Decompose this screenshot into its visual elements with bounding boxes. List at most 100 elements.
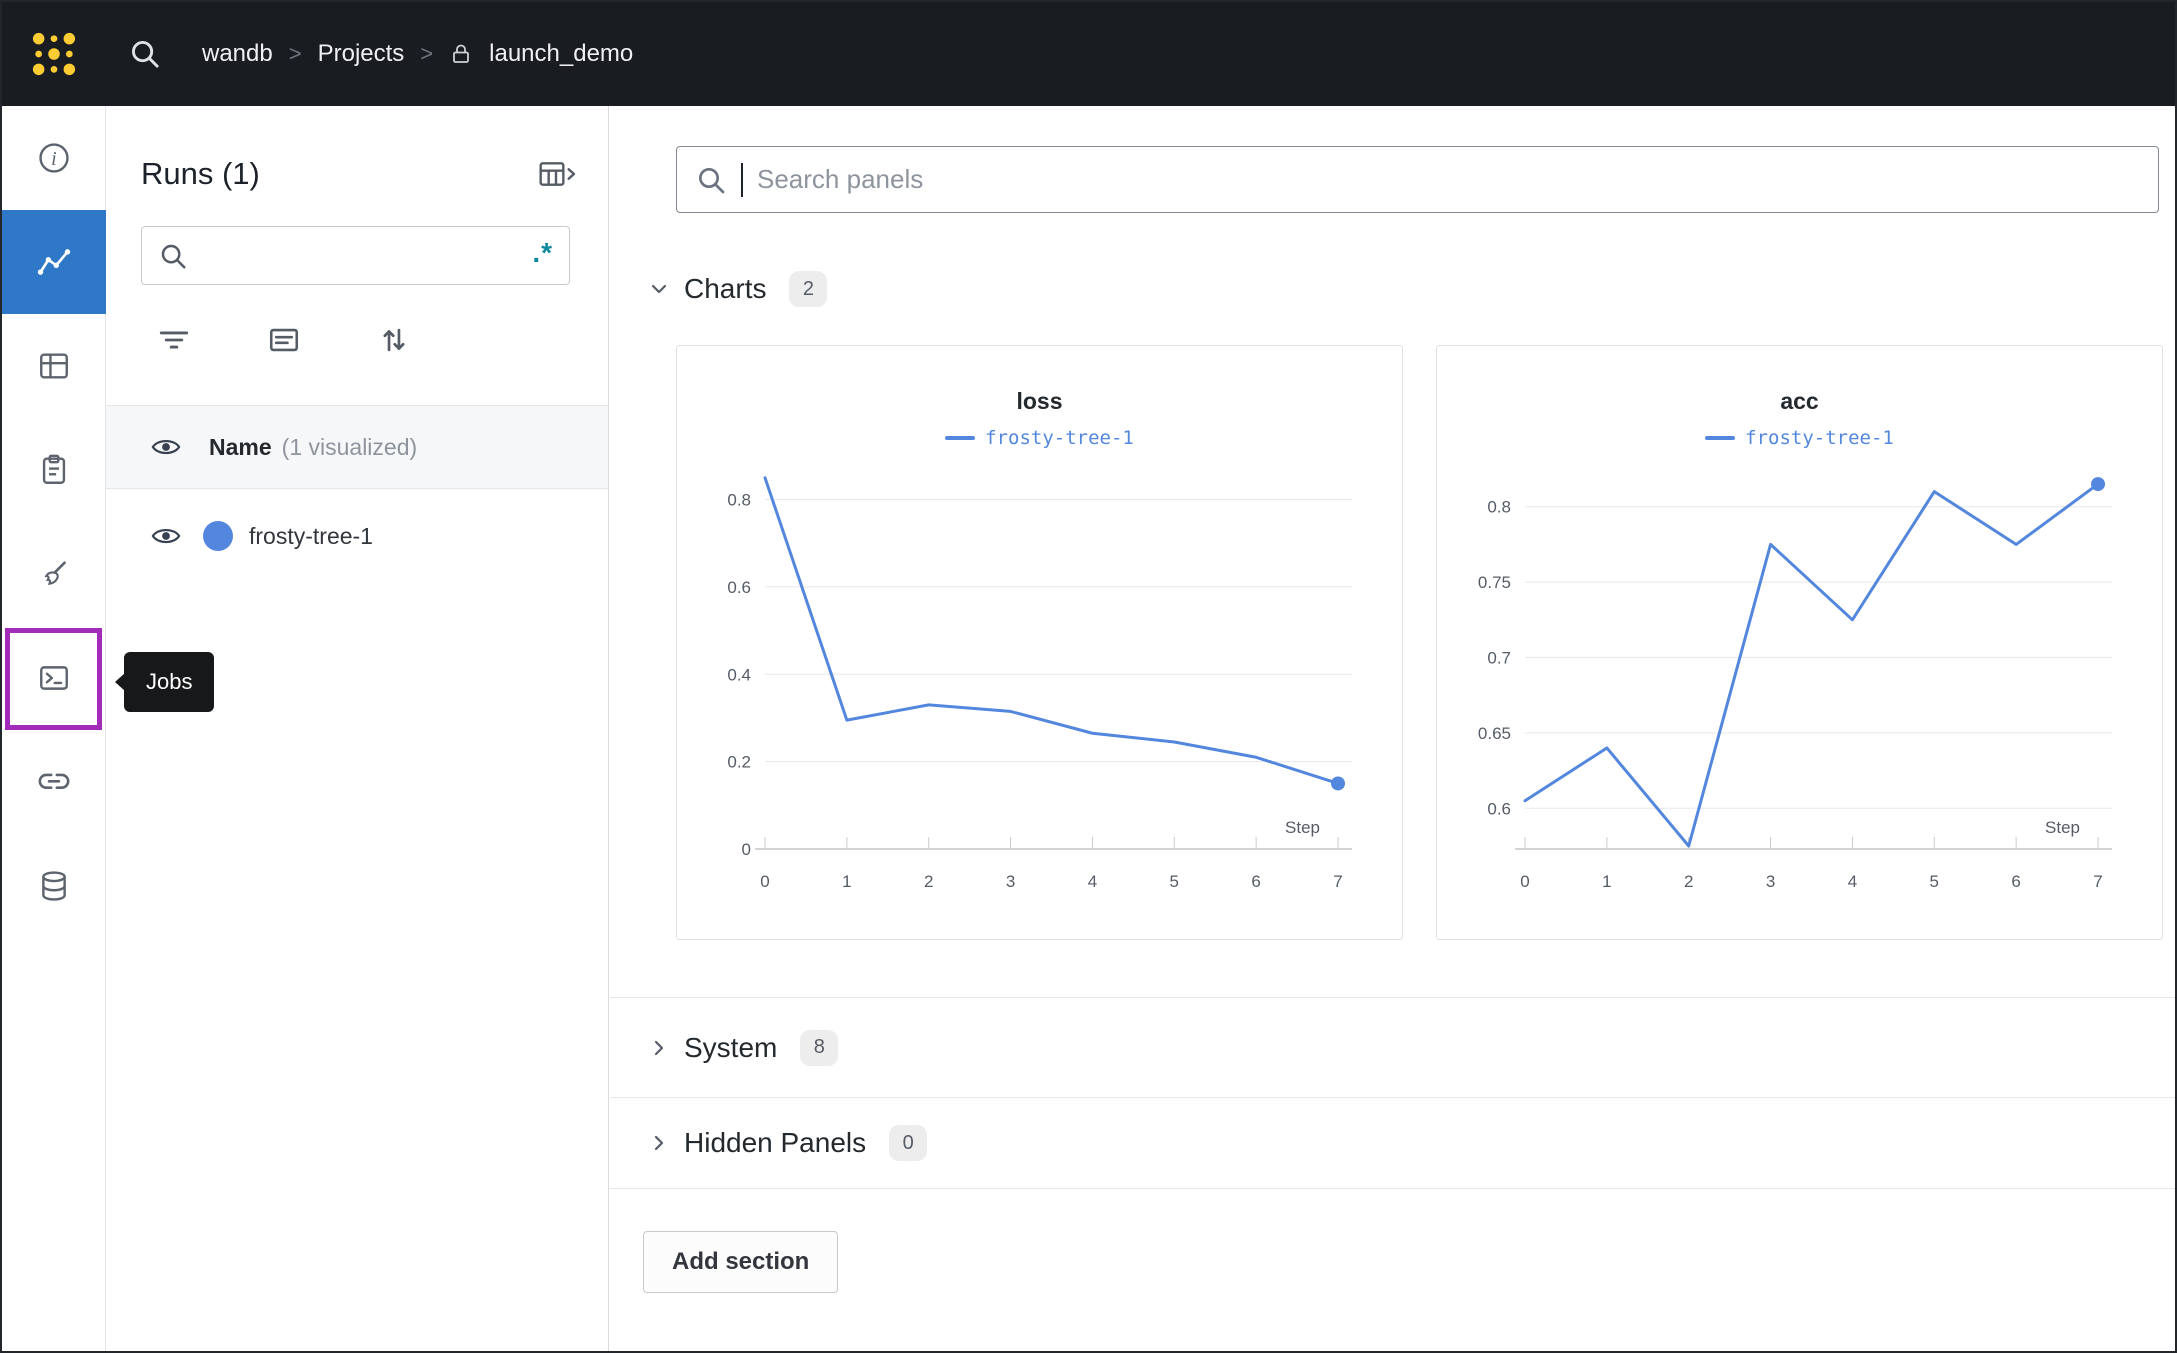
section-count-badge: 2 — [789, 271, 827, 307]
chart-legend: frosty-tree-1 — [677, 427, 1402, 449]
svg-text:1: 1 — [1602, 872, 1611, 891]
line-chart-icon — [36, 244, 72, 280]
svg-text:7: 7 — [1333, 872, 1342, 891]
filter-button[interactable] — [157, 323, 191, 357]
table-icon — [37, 349, 71, 383]
search-icon — [695, 164, 727, 196]
breadcrumb-entity[interactable]: wandb — [202, 40, 273, 68]
table-expand-icon — [538, 158, 578, 190]
svg-text:0.2: 0.2 — [727, 753, 751, 772]
chevron-right-icon — [647, 1131, 671, 1155]
jobs-tooltip-label: Jobs — [146, 669, 192, 695]
svg-text:0: 0 — [760, 872, 769, 891]
svg-text:3: 3 — [1006, 872, 1015, 891]
svg-text:0.8: 0.8 — [1487, 498, 1511, 517]
chevron-right-icon — [647, 1036, 671, 1060]
breadcrumb-separator: > — [420, 41, 433, 67]
svg-text:7: 7 — [2093, 872, 2102, 891]
app-window: wandb > Projects > launch_demo i — [0, 0, 2177, 1353]
runs-title: Runs (1) — [141, 156, 260, 192]
add-section-button[interactable]: Add section — [643, 1231, 838, 1293]
section-label: System — [684, 1032, 777, 1064]
regex-toggle[interactable]: .* — [532, 239, 553, 267]
top-navbar: wandb > Projects > launch_demo — [2, 2, 2175, 106]
charts-grid: loss frosty-tree-1 0 0.2 0.4 0.6 0.8 0 1 2 3 4 5 6 7… — [676, 345, 2159, 940]
svg-text:2: 2 — [1684, 872, 1693, 891]
wandb-logo[interactable] — [2, 2, 106, 106]
runs-toolbar — [157, 323, 608, 357]
svg-text:4: 4 — [1848, 872, 1857, 891]
section-count-badge: 8 — [800, 1030, 838, 1066]
svg-text:5: 5 — [1930, 872, 1939, 891]
sidebar-item-runs-table[interactable] — [2, 314, 106, 418]
lock-icon — [449, 42, 473, 66]
section-count-badge: 0 — [889, 1125, 927, 1161]
sort-button[interactable] — [377, 323, 411, 357]
sort-icon — [377, 323, 411, 357]
run-row[interactable]: frosty-tree-1 — [106, 489, 608, 583]
sidebar-item-artifacts[interactable] — [2, 834, 106, 938]
run-color-dot[interactable] — [203, 521, 233, 551]
svg-text:0.4: 0.4 — [727, 665, 751, 684]
search-icon — [158, 241, 188, 271]
breadcrumb-projects[interactable]: Projects — [318, 40, 405, 68]
sidebar-item-sweeps[interactable] — [2, 522, 106, 626]
runs-search-box[interactable]: .* — [141, 226, 570, 285]
acc-chart-plot[interactable]: 0.6 0.65 0.7 0.75 0.8 0 1 2 3 4 5 6 7 Step — [1437, 455, 2162, 929]
loss-chart-plot[interactable]: 00.20.40.60.801234567Step — [677, 455, 1402, 929]
svg-text:0: 0 — [1520, 872, 1529, 891]
svg-text:3: 3 — [1766, 872, 1775, 891]
sidebar-item-overview[interactable]: i — [2, 106, 106, 210]
section-divider — [610, 1188, 2175, 1189]
section-charts-header[interactable]: Charts 2 — [647, 269, 2175, 309]
wandb-logo-dots — [31, 31, 77, 77]
runs-search-input[interactable] — [198, 243, 522, 269]
group-button[interactable] — [267, 323, 301, 357]
svg-text:5: 5 — [1170, 872, 1179, 891]
chart-title: acc — [1437, 388, 2162, 415]
info-icon: i — [37, 141, 71, 175]
legend-line — [1705, 436, 1735, 440]
sidebar-item-jobs[interactable] — [2, 626, 106, 730]
svg-text:0.7: 0.7 — [1487, 648, 1511, 667]
chart-title: loss — [677, 388, 1402, 415]
global-search-icon[interactable] — [128, 37, 162, 71]
svg-text:Step: Step — [2045, 818, 2080, 837]
text-cursor — [741, 163, 743, 197]
svg-text:0.65: 0.65 — [1478, 724, 1511, 743]
visualized-count: (1 visualized) — [282, 434, 418, 461]
visibility-all-eye-icon[interactable] — [151, 432, 181, 462]
database-icon — [37, 869, 71, 903]
svg-text:0.6: 0.6 — [1487, 799, 1511, 818]
section-label: Charts — [684, 273, 766, 305]
link-icon — [37, 765, 71, 799]
section-hidden-panels-header[interactable]: Hidden Panels 0 — [610, 1098, 2175, 1188]
svg-text:0.8: 0.8 — [727, 491, 751, 510]
svg-text:0.75: 0.75 — [1478, 573, 1511, 592]
svg-text:4: 4 — [1088, 872, 1097, 891]
panel-search-input[interactable] — [757, 164, 2140, 195]
run-name[interactable]: frosty-tree-1 — [249, 523, 373, 550]
expand-runs-table-button[interactable] — [538, 158, 578, 190]
legend-line — [945, 436, 975, 440]
run-visibility-eye-icon[interactable] — [151, 521, 181, 551]
svg-text:0.6: 0.6 — [727, 578, 751, 597]
column-header-name: Name — [209, 434, 272, 461]
sidebar-item-automations[interactable] — [2, 730, 106, 834]
svg-text:0: 0 — [742, 840, 751, 859]
breadcrumb-project-name[interactable]: launch_demo — [489, 40, 633, 68]
svg-text:2: 2 — [924, 872, 933, 891]
sidebar-item-reports[interactable] — [2, 418, 106, 522]
breadcrumb-separator: > — [289, 41, 302, 67]
runs-panel-header: Runs (1) — [141, 150, 578, 198]
terminal-icon — [37, 661, 71, 695]
panel-card-acc[interactable]: acc frosty-tree-1 0.60.650.70.750.801234… — [1436, 345, 2163, 940]
section-system-header[interactable]: System 8 — [610, 998, 2175, 1097]
runs-column-header[interactable]: Name (1 visualized) — [106, 406, 608, 489]
filter-icon — [157, 323, 191, 357]
panel-card-loss[interactable]: loss frosty-tree-1 00.20.40.60.801234567… — [676, 345, 1403, 940]
svg-text:6: 6 — [2011, 872, 2020, 891]
sidebar-item-workspace[interactable] — [2, 210, 106, 314]
panel-search-box[interactable] — [676, 146, 2159, 213]
jobs-tooltip: Jobs — [124, 652, 214, 712]
